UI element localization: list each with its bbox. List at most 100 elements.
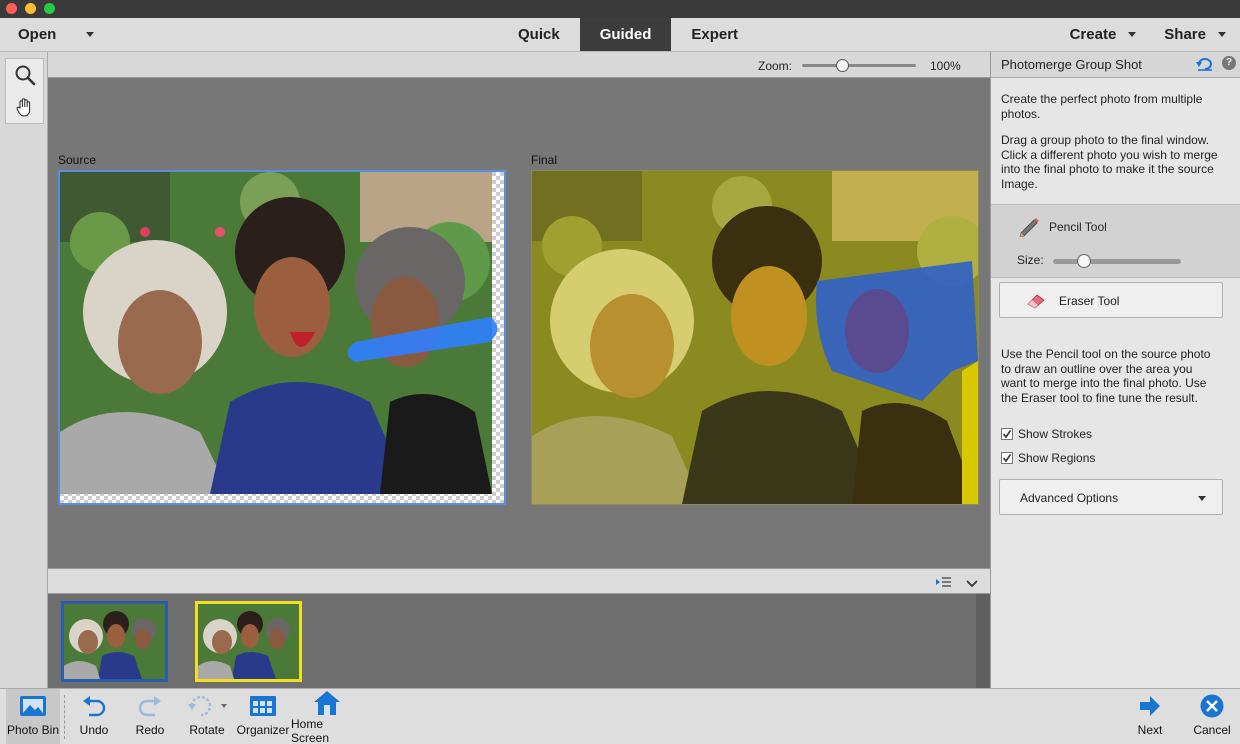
redo-icon — [138, 696, 161, 717]
chevron-down-icon — [1198, 496, 1206, 501]
magnifier-icon — [15, 65, 35, 86]
window-titlebar — [0, 0, 1240, 18]
bin-collapse-button[interactable] — [966, 576, 978, 594]
thumbnail-image — [198, 604, 299, 679]
guided-panel: Photomerge Group Shot ? Create the perfe… — [990, 52, 1240, 688]
thumbnail-image — [64, 604, 165, 679]
organizer-icon — [250, 696, 276, 716]
show-regions-row[interactable]: Show Regions — [1001, 451, 1095, 465]
zoom-slider-thumb[interactable] — [836, 59, 849, 72]
photo-bin — [48, 594, 990, 688]
checkmark-icon — [1002, 454, 1012, 463]
cancel-button[interactable]: Cancel — [1190, 689, 1234, 744]
eraser-tool-label: Eraser Tool — [1059, 294, 1120, 308]
show-strokes-checkbox[interactable] — [1001, 428, 1013, 440]
pencil-tool-label: Pencil Tool — [1049, 220, 1107, 234]
undo-button[interactable]: Undo — [74, 689, 114, 744]
undo-icon — [83, 696, 106, 717]
intro-text: Create the perfect photo from multiple p… — [1001, 92, 1203, 121]
advanced-options-label: Advanced Options — [1020, 491, 1119, 505]
photo-bin-icon — [20, 696, 46, 716]
mode-tabs: Quick Guided Expert — [498, 18, 758, 51]
tab-guided[interactable]: Guided — [579, 18, 672, 51]
zoom-value: 100% — [930, 59, 961, 73]
photo-bin-scrollbar[interactable] — [976, 594, 990, 688]
size-slider[interactable] — [1053, 254, 1181, 268]
hand-icon — [16, 98, 30, 117]
zoom-tool-button[interactable] — [6, 59, 43, 91]
final-image — [532, 171, 978, 504]
help-icon[interactable]: ? — [1222, 56, 1236, 70]
create-menu-label: Create — [1069, 26, 1117, 43]
zoom-label: Zoom: — [758, 59, 793, 73]
right-menus: Create Share — [1070, 26, 1226, 43]
tool-group — [5, 58, 44, 124]
share-menu-label: Share — [1164, 26, 1206, 43]
chevron-down-icon — [1128, 32, 1137, 37]
home-screen-button[interactable]: Home Screen — [291, 689, 363, 744]
advanced-options-dropdown[interactable]: Advanced Options — [999, 479, 1223, 515]
pencil-tool-button[interactable]: Pencil Tool — [1017, 217, 1107, 237]
final-photo[interactable] — [531, 170, 979, 505]
next-label: Next — [1137, 723, 1163, 737]
rotate-label: Rotate — [189, 723, 225, 737]
close-window-button[interactable] — [6, 3, 17, 14]
photo-bin-toolbar — [48, 568, 990, 594]
checkmark-icon — [1002, 430, 1012, 439]
show-regions-checkbox[interactable] — [1001, 452, 1013, 464]
zoom-window-button[interactable] — [44, 3, 55, 14]
bin-options-button[interactable] — [936, 575, 952, 593]
source-photo[interactable] — [58, 170, 506, 505]
divider — [64, 695, 65, 739]
panel-header: Photomerge Group Shot ? — [991, 52, 1240, 78]
cancel-label: Cancel — [1193, 723, 1231, 737]
redo-button[interactable]: Redo — [130, 689, 170, 744]
size-slider-thumb[interactable] — [1077, 254, 1091, 268]
show-strokes-label: Show Strokes — [1018, 427, 1093, 441]
reset-button[interactable] — [1196, 57, 1214, 74]
open-menu[interactable]: Open — [18, 26, 95, 43]
photo-thumbnail[interactable] — [61, 601, 168, 682]
open-menu-label: Open — [18, 26, 57, 43]
bottom-taskbar: Photo Bin Undo Redo Rotate Organizer Hom… — [0, 688, 1240, 744]
eraser-icon — [1027, 294, 1045, 309]
mode-menubar: Open Quick Guided Expert Create Share — [0, 18, 1240, 52]
reset-icon — [1196, 58, 1212, 71]
cancel-icon — [1200, 694, 1224, 718]
zoom-slider[interactable] — [802, 59, 916, 72]
next-button[interactable]: Next — [1130, 689, 1170, 744]
size-label: Size: — [1017, 253, 1044, 267]
zoom-bar: Zoom: 100% — [48, 52, 990, 78]
home-icon — [314, 691, 340, 715]
show-regions-label: Show Regions — [1018, 451, 1096, 465]
eraser-tool-button[interactable]: Eraser Tool — [999, 282, 1223, 318]
rotate-icon — [188, 695, 227, 717]
source-label: Source — [58, 153, 97, 167]
tab-quick[interactable]: Quick — [498, 18, 580, 51]
arrow-right-icon — [1140, 696, 1160, 716]
final-label: Final — [531, 153, 558, 167]
chevron-down-icon — [86, 32, 95, 37]
tools-panel — [0, 52, 48, 688]
undo-label: Undo — [79, 723, 109, 737]
minimize-window-button[interactable] — [25, 3, 36, 14]
canvas-area: Source Final — [48, 78, 990, 568]
pencil-icon — [1019, 218, 1039, 237]
organizer-button[interactable]: Organizer — [236, 689, 290, 744]
panel-title: Photomerge Group Shot — [1001, 57, 1142, 72]
share-menu[interactable]: Share — [1164, 26, 1226, 43]
photo-bin-button[interactable]: Photo Bin — [6, 689, 60, 744]
chevron-down-icon — [1218, 32, 1226, 37]
source-image — [60, 172, 504, 503]
photo-bin-label: Photo Bin — [6, 723, 60, 737]
chevron-down-icon — [966, 580, 978, 588]
pencil-tool-section: Pencil Tool Size: — [991, 204, 1240, 278]
create-menu[interactable]: Create — [1070, 26, 1137, 43]
photo-thumbnail[interactable] — [195, 601, 302, 682]
organizer-label: Organizer — [236, 723, 290, 737]
rotate-button[interactable]: Rotate — [186, 689, 228, 744]
show-strokes-row[interactable]: Show Strokes — [1001, 427, 1092, 441]
hand-tool-button[interactable] — [6, 91, 43, 123]
home-screen-label: Home Screen — [291, 717, 330, 744]
tab-expert[interactable]: Expert — [671, 18, 758, 51]
